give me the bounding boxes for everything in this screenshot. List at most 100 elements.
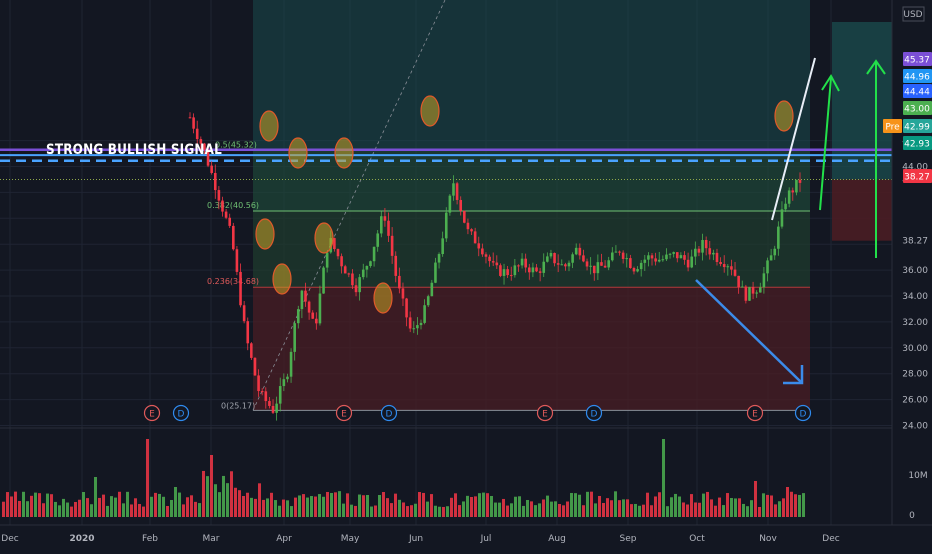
volume-bar xyxy=(174,487,177,517)
candle-body xyxy=(354,285,358,293)
volume-bar xyxy=(162,496,165,517)
volume-bar xyxy=(694,502,697,517)
volume-bar xyxy=(430,494,433,517)
volume-bar xyxy=(378,495,381,517)
candle-body xyxy=(343,266,347,274)
volume-bar xyxy=(546,495,549,517)
candle-body xyxy=(278,386,282,404)
y-axis-label: 26.00 xyxy=(902,396,928,406)
volume-bar xyxy=(554,501,557,517)
candle-body xyxy=(444,212,448,239)
volume-bar xyxy=(382,492,385,517)
candle-body xyxy=(683,255,686,260)
volume-bar xyxy=(666,506,669,517)
event-marker-e[interactable]: E xyxy=(746,404,764,422)
event-marker-e[interactable]: E xyxy=(335,404,353,422)
event-marker-label: E xyxy=(752,410,758,420)
volume-bar xyxy=(414,503,417,517)
volume-bar xyxy=(646,492,649,517)
volume-bar xyxy=(502,498,505,517)
candle-body xyxy=(517,265,520,267)
volume-bar xyxy=(518,496,521,517)
volume-bar xyxy=(662,439,665,517)
volume-bar xyxy=(258,483,261,517)
candle-body xyxy=(643,259,647,263)
candle-body xyxy=(639,262,643,270)
candle-body xyxy=(600,262,603,266)
volume-bar xyxy=(790,491,793,517)
event-marker-d[interactable]: D xyxy=(794,404,812,422)
candle-body xyxy=(546,256,549,262)
candle-body xyxy=(773,248,777,256)
chart-canvas[interactable]: 0.5(45.32)0.382(40.56)0.236(34.68)0(25.1… xyxy=(0,0,932,550)
volume-bar xyxy=(678,496,681,517)
highlight-circle xyxy=(314,222,334,254)
event-marker-label: E xyxy=(341,410,347,420)
volume-bar xyxy=(590,491,593,517)
event-marker-d[interactable]: D xyxy=(380,404,398,422)
candle-body xyxy=(304,290,307,302)
volume-bar xyxy=(2,501,5,517)
candle-body xyxy=(603,265,607,268)
volume-bar xyxy=(690,494,693,517)
y-axis-label: 30.00 xyxy=(902,344,928,354)
candle-body xyxy=(195,128,199,140)
candle-body xyxy=(282,379,286,387)
volume-bar xyxy=(322,496,325,517)
candle-body xyxy=(235,249,239,272)
x-axis-label: Aug xyxy=(548,534,566,544)
candle-body xyxy=(564,264,567,267)
candle-body xyxy=(271,405,275,413)
event-marker-label: E xyxy=(542,410,548,420)
volume-bar xyxy=(278,505,281,517)
volume-bar xyxy=(90,504,93,517)
volume-bar xyxy=(398,499,401,517)
candle-body xyxy=(672,252,675,254)
candle-body xyxy=(268,401,271,406)
candle-body xyxy=(618,251,621,253)
volume-bar xyxy=(306,497,309,517)
volume-bar xyxy=(14,491,17,517)
volume-bar xyxy=(530,501,533,517)
volume-bar xyxy=(410,505,413,517)
volume-bar xyxy=(46,493,49,517)
fib-label-0382: 0.382(40.56) xyxy=(207,201,259,210)
event-marker-d[interactable]: D xyxy=(585,404,603,422)
volume-bar xyxy=(738,498,741,517)
volume-bar xyxy=(370,506,373,517)
candle-body xyxy=(372,246,376,262)
volume-bar xyxy=(330,493,333,517)
event-marker-d[interactable]: D xyxy=(172,404,190,422)
candle-body xyxy=(408,317,412,329)
candle-body xyxy=(629,258,632,269)
volume-bar xyxy=(638,505,641,517)
candle-body xyxy=(524,258,527,268)
candle-body xyxy=(401,288,405,299)
volume-bar xyxy=(62,498,65,517)
candle-body xyxy=(383,216,387,221)
x-axis-label: Jul xyxy=(480,534,492,544)
volume-bar xyxy=(386,498,389,517)
candle-body xyxy=(466,222,470,230)
chart-screen: 0.5(45.32) 0.382(40.56) 0.236(34.68) 0(25.1… xyxy=(0,0,932,550)
candle-body xyxy=(336,249,340,257)
candle-body xyxy=(239,271,242,306)
position-stop-box xyxy=(832,179,892,241)
candle-body xyxy=(257,375,260,392)
volume-bar xyxy=(574,493,577,517)
volume-bar xyxy=(294,497,297,517)
candle-body xyxy=(311,312,315,319)
candle-body xyxy=(398,275,401,289)
volume-bar xyxy=(598,495,601,517)
candle-body xyxy=(647,255,650,260)
event-marker-e[interactable]: E xyxy=(536,404,554,422)
candle-body xyxy=(520,258,524,266)
event-marker-e[interactable]: E xyxy=(143,404,161,422)
candle-body xyxy=(224,211,228,218)
volume-bar xyxy=(186,497,189,517)
volume-bar xyxy=(626,499,629,517)
volume-bar xyxy=(22,491,25,517)
candle-body xyxy=(762,273,766,288)
volume-bar xyxy=(302,494,305,517)
candle-body xyxy=(289,351,293,377)
